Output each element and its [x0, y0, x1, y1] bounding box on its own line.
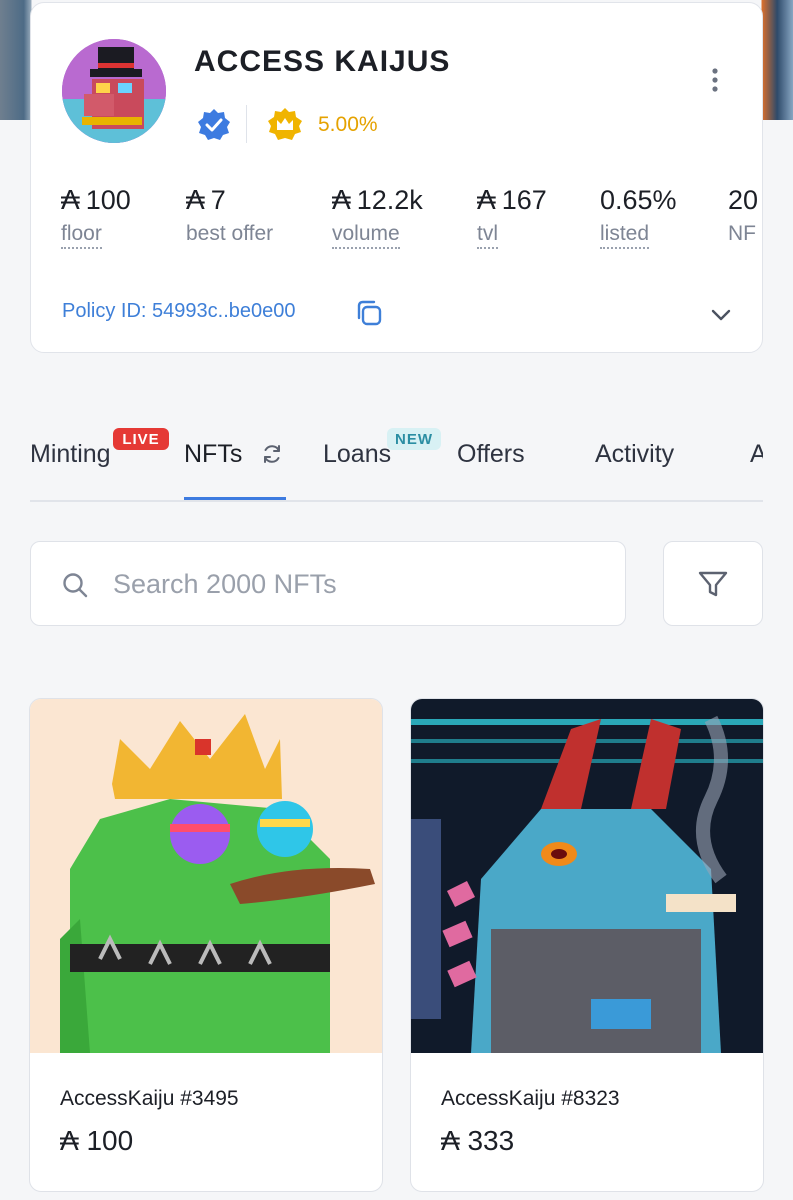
nft-card[interactable]: AccessKaiju #3495 ₳ 100: [29, 698, 383, 1192]
collection-header-card: ACCESS KAIJUS 5.00% ₳ 100 floor ₳ 7 best o…: [30, 2, 763, 353]
tab-loans[interactable]: Loans: [323, 440, 391, 469]
stat-value: 167: [501, 184, 547, 215]
active-tab-indicator: [184, 497, 286, 500]
stat-volume: ₳ 12.2k volume: [332, 183, 423, 249]
collection-title: ACCESS KAIJUS: [194, 45, 451, 78]
copy-icon[interactable]: [354, 298, 384, 328]
stat-label: best offer: [186, 222, 274, 245]
stat-label[interactable]: floor: [61, 222, 102, 249]
nft-name: AccessKaiju #8323: [441, 1087, 620, 1110]
ada-symbol: ₳: [441, 1125, 460, 1156]
stat-nfts: 20 NF: [728, 183, 762, 246]
badge-divider: [246, 105, 247, 143]
search-icon: [61, 571, 89, 599]
refresh-icon[interactable]: [260, 442, 284, 466]
stat-value: 7: [210, 184, 226, 215]
stat-value: 20: [728, 184, 759, 215]
stat-listed: 0.65% listed: [600, 183, 677, 249]
more-vertical-icon[interactable]: [703, 67, 727, 93]
nft-image[interactable]: [30, 699, 382, 1053]
tab-more[interactable]: A: [750, 440, 763, 469]
nft-price: ₳ 100: [60, 1125, 133, 1157]
ada-symbol: ₳: [186, 184, 205, 215]
policy-id: Policy ID: 54993c..be0e00: [62, 300, 296, 322]
stat-tvl: ₳ 167 tvl: [477, 183, 547, 249]
chevron-down-icon[interactable]: [709, 303, 733, 327]
stat-label[interactable]: tvl: [477, 222, 498, 249]
search-box: [30, 541, 626, 626]
nft-image[interactable]: [411, 699, 763, 1053]
verified-icon: [197, 108, 231, 142]
stat-value: 0.65%: [600, 184, 677, 215]
stat-best-offer: ₳ 7 best offer: [186, 183, 273, 246]
collection-avatar[interactable]: [62, 39, 166, 143]
nft-name: AccessKaiju #3495: [60, 1087, 239, 1110]
crown-icon: [267, 107, 303, 143]
tab-minting[interactable]: Minting: [30, 440, 111, 469]
filter-icon: [698, 571, 728, 596]
ada-symbol: ₳: [477, 184, 496, 215]
ada-symbol: ₳: [332, 184, 351, 215]
tab-activity[interactable]: Activity: [595, 440, 674, 469]
ada-symbol: ₳: [60, 1125, 79, 1156]
nft-price: ₳ 333: [441, 1125, 514, 1157]
stat-floor: ₳ 100 floor: [61, 183, 131, 249]
ada-symbol: ₳: [61, 184, 80, 215]
nft-card[interactable]: AccessKaiju #8323 ₳ 333: [410, 698, 764, 1192]
search-input[interactable]: [113, 562, 593, 606]
stat-label[interactable]: listed: [600, 222, 650, 249]
new-badge: NEW: [387, 428, 441, 450]
stat-value: 100: [85, 184, 131, 215]
live-badge: LIVE: [113, 428, 169, 450]
tab-offers[interactable]: Offers: [457, 440, 525, 469]
stat-label[interactable]: volume: [332, 222, 400, 249]
nft-price-value: 100: [86, 1125, 134, 1156]
filter-button[interactable]: [663, 541, 763, 626]
royalty-percentage: 5.00%: [318, 113, 378, 136]
tab-nfts[interactable]: NFTs: [184, 440, 242, 469]
nft-price-value: 333: [467, 1125, 515, 1156]
stat-value: 12.2k: [356, 184, 423, 215]
stat-label: NF: [728, 222, 756, 245]
